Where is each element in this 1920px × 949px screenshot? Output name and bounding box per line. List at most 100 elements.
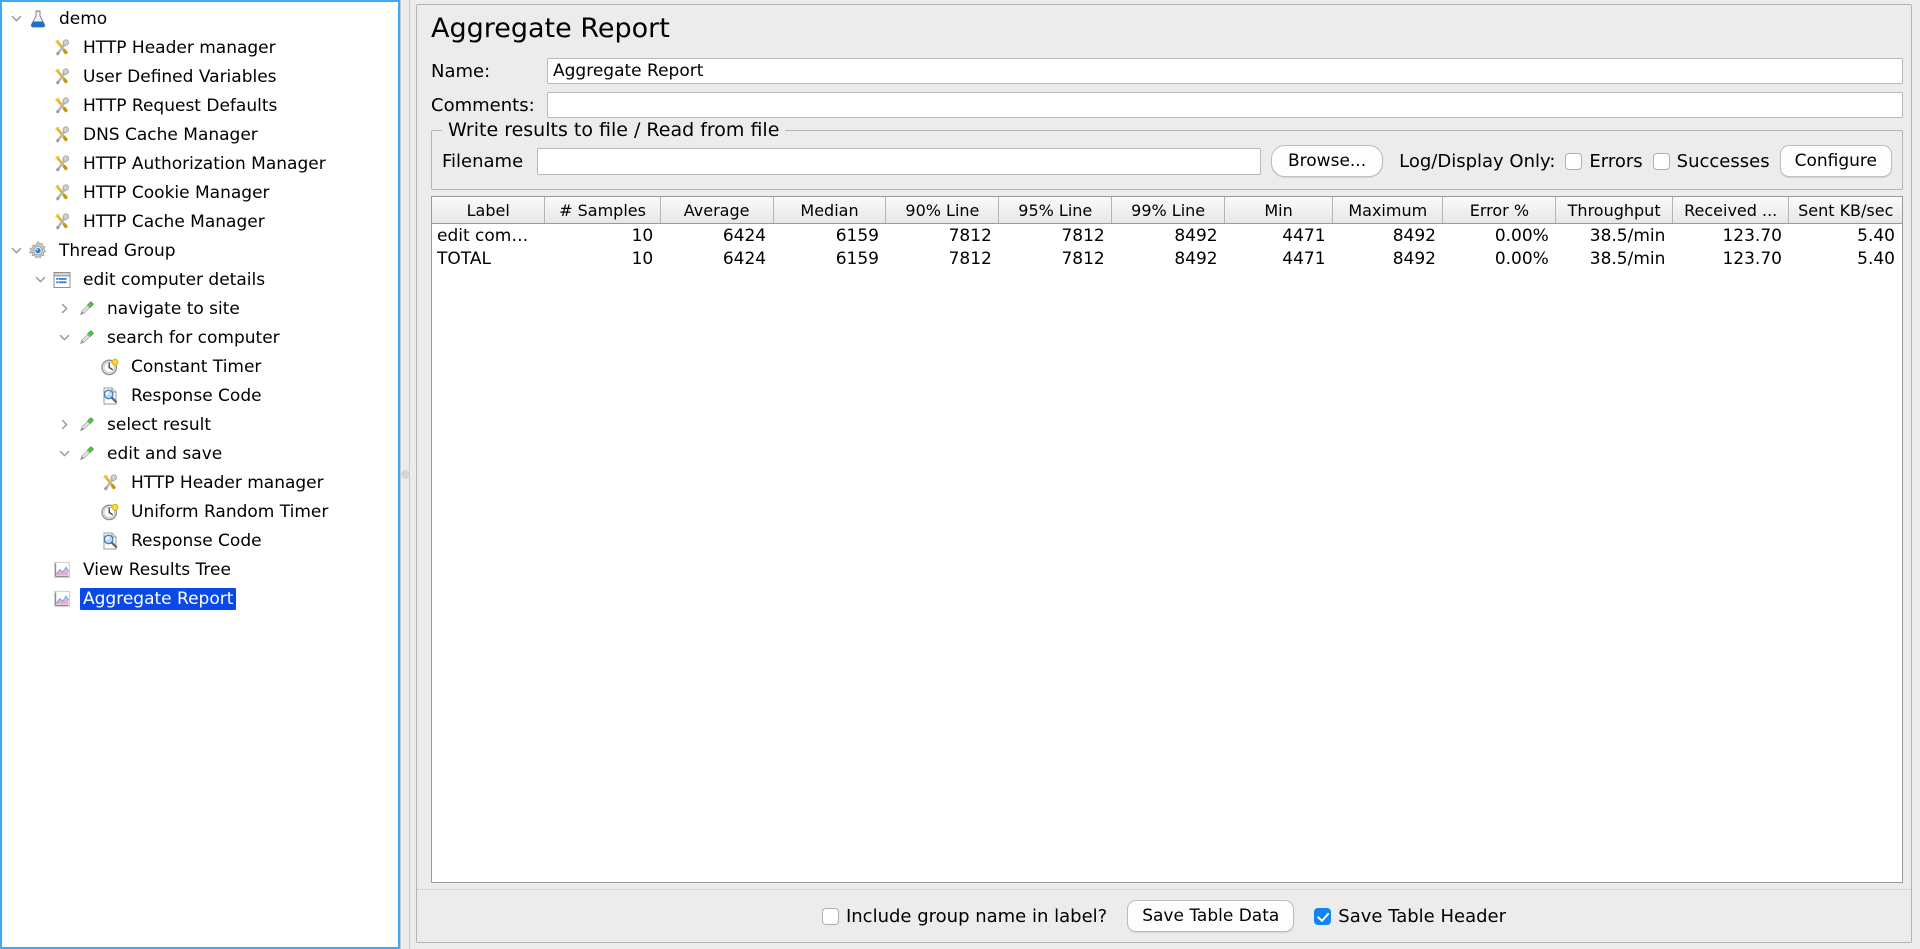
tree-item-edit-computer-details[interactable]: edit computer details: [2, 265, 386, 294]
include-group-name-wrap[interactable]: Include group name in label?: [821, 906, 1107, 927]
tree-item-edit-and-save[interactable]: edit and save: [2, 439, 386, 468]
config-element-icon: [50, 65, 74, 89]
assertion-icon: [98, 384, 122, 408]
chevron-down-icon[interactable]: [30, 265, 50, 294]
write-results-title: Write results to file / Read from file: [442, 119, 786, 141]
comments-label: Comments:: [431, 94, 535, 116]
comments-input[interactable]: [547, 92, 1903, 118]
configure-button[interactable]: Configure: [1779, 145, 1892, 177]
tree-item-aggregate-report[interactable]: Aggregate Report: [2, 584, 386, 613]
aggregate-table-wrap: Label # Samples Average Median 90% Line 95% L…: [431, 196, 1903, 883]
tree-item-label: demo: [59, 8, 108, 29]
name-input[interactable]: [547, 58, 1903, 84]
column-header[interactable]: Sent KB/sec: [1788, 197, 1902, 224]
tree-item-http-header-manager[interactable]: HTTP Header manager: [2, 33, 386, 62]
tree-item-demo[interactable]: demo: [2, 4, 386, 33]
tree-item-thread-group[interactable]: Thread Group: [2, 236, 386, 265]
tree-item-label: navigate to site: [107, 298, 240, 319]
tree-item-http-authorization-manager[interactable]: HTTP Authorization Manager: [2, 149, 386, 178]
tree-item-select-result[interactable]: select result: [2, 410, 386, 439]
errors-checkbox[interactable]: [1565, 152, 1583, 170]
tree-item-response-code[interactable]: Response Code: [2, 381, 386, 410]
tree-vertical-scrollbar[interactable]: [386, 4, 396, 945]
tree-item-http-request-defaults[interactable]: HTTP Request Defaults: [2, 91, 386, 120]
chevron-down-icon[interactable]: [54, 439, 74, 468]
table-cell: 123.70: [1722, 225, 1782, 246]
tree-item-constant-timer[interactable]: Constant Timer: [2, 352, 386, 381]
tree-item-label: Response Code: [131, 385, 262, 406]
table-cell: 38.5/min: [1589, 248, 1666, 269]
save-table-data-button[interactable]: Save Table Data: [1127, 900, 1295, 932]
config-element-icon: [50, 152, 74, 176]
tree-item-label: View Results Tree: [83, 559, 231, 580]
test-plan-tree[interactable]: demo HTTP Header manager User Defined Vari…: [2, 4, 386, 945]
split-pane-grip[interactable]: [400, 470, 410, 479]
successes-checkbox-wrap[interactable]: Successes: [1652, 151, 1770, 172]
column-header[interactable]: Throughput: [1555, 197, 1673, 224]
save-table-header-wrap[interactable]: Save Table Header: [1314, 906, 1506, 927]
tree-item-label: Response Code: [131, 530, 262, 551]
panel-body: Aggregate Report Name: Comments: Write r…: [416, 4, 1912, 943]
column-header[interactable]: Label: [432, 197, 546, 224]
table-row[interactable]: edit comp... 10 6424 6159 7812 7812 8492 4471 84…: [432, 224, 1902, 248]
tree-item-http-cookie-manager[interactable]: HTTP Cookie Manager: [2, 178, 386, 207]
tree-item-uniform-random-timer[interactable]: Uniform Random Timer: [2, 497, 386, 526]
tree-item-http-header-manager[interactable]: HTTP Header manager: [2, 468, 386, 497]
include-group-name-checkbox[interactable]: [821, 907, 839, 925]
aggregate-table[interactable]: Label # Samples Average Median 90% Line 95% L…: [432, 197, 1902, 270]
tree-item-search-for-computer[interactable]: search for computer: [2, 323, 386, 352]
column-header[interactable]: Received ...: [1672, 197, 1790, 224]
column-header[interactable]: Median: [773, 197, 887, 224]
bottom-toolbar: Include group name in label? Save Table …: [417, 889, 1911, 942]
errors-checkbox-wrap[interactable]: Errors: [1565, 151, 1643, 172]
sampler-icon: [74, 442, 98, 466]
table-row[interactable]: TOTAL 10 6424 6159 7812 7812 8492 4471 8492 0.00%…: [432, 247, 1902, 270]
table-cell: 10: [631, 248, 654, 269]
tree-item-response-code[interactable]: Response Code: [2, 526, 386, 555]
column-header[interactable]: Maximum: [1332, 197, 1444, 224]
column-header[interactable]: Average: [660, 197, 774, 224]
successes-checkbox[interactable]: [1652, 152, 1670, 170]
tree-item-user-defined-variables[interactable]: User Defined Variables: [2, 62, 386, 91]
assertion-icon: [98, 529, 122, 553]
config-element-icon: [50, 181, 74, 205]
tree-item-navigate-to-site[interactable]: navigate to site: [2, 294, 386, 323]
table-header-row[interactable]: Label # Samples Average Median 90% Line 95% L…: [432, 197, 1902, 224]
column-header[interactable]: Error %: [1442, 197, 1557, 224]
filename-row: Filename Browse... Log/Display Only: Err…: [442, 145, 1892, 177]
table-cell: 6424: [722, 248, 767, 269]
column-header[interactable]: # Samples: [544, 197, 661, 224]
chevron-right-icon[interactable]: [54, 410, 74, 439]
column-header[interactable]: 90% Line: [885, 197, 1000, 224]
chevron-right-icon[interactable]: [54, 294, 74, 323]
filename-input[interactable]: [537, 147, 1261, 175]
column-header[interactable]: Min: [1224, 197, 1334, 224]
tree-item-http-cache-manager[interactable]: HTTP Cache Manager: [2, 207, 386, 236]
table-cell: TOTAL: [437, 248, 491, 269]
chevron-down-icon[interactable]: [6, 4, 26, 33]
sampler-icon: [74, 413, 98, 437]
table-cell: 6424: [722, 225, 767, 246]
table-empty-area: [432, 270, 1902, 882]
tree-item-label: DNS Cache Manager: [83, 124, 258, 145]
table-cell: 5.40: [1857, 248, 1895, 269]
table-cell: 8492: [1392, 248, 1436, 269]
tree-item-view-results-tree[interactable]: View Results Tree: [2, 555, 386, 584]
filename-label: Filename: [442, 150, 524, 172]
chevron-down-icon[interactable]: [54, 323, 74, 352]
save-table-header-checkbox[interactable]: [1314, 907, 1332, 925]
browse-button[interactable]: Browse...: [1271, 145, 1384, 177]
tree-item-dns-cache-manager[interactable]: DNS Cache Manager: [2, 120, 386, 149]
table-cell: 8492: [1392, 225, 1436, 246]
column-header[interactable]: 95% Line: [998, 197, 1113, 224]
column-header[interactable]: 99% Line: [1111, 197, 1226, 224]
chevron-down-icon[interactable]: [6, 236, 26, 265]
table-cell: edit comp...: [437, 225, 539, 246]
split-pane-divider[interactable]: [400, 0, 410, 949]
